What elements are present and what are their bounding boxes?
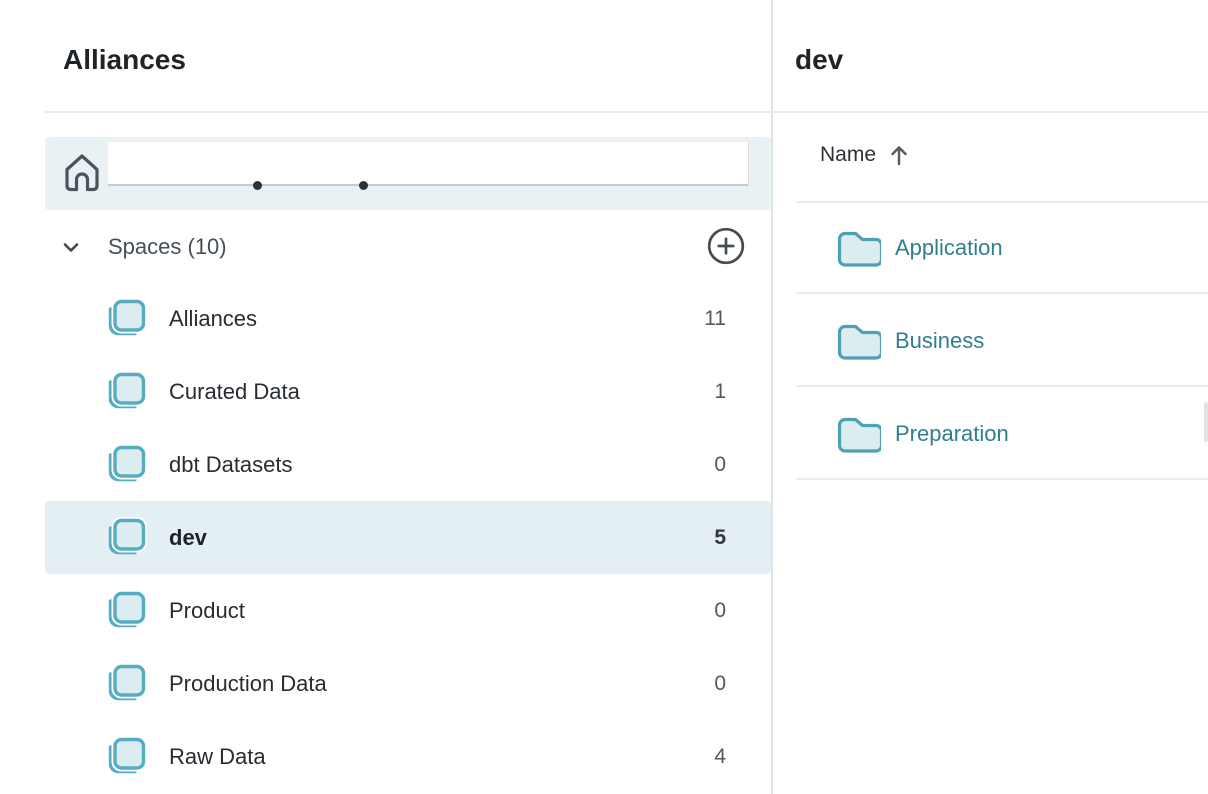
- space-dataset-count: 0: [714, 599, 726, 623]
- folder-row[interactable]: Application: [773, 201, 1208, 294]
- name-column-label: Name: [820, 143, 876, 167]
- space-dataset-count: 11: [704, 307, 726, 331]
- app-window: Alliances Spaces (10): [0, 0, 1208, 794]
- folder-row[interactable]: Preparation: [773, 387, 1208, 480]
- sort-ascending-icon: [888, 143, 910, 167]
- space-dataset-count: 4: [714, 745, 726, 769]
- folder-name-link[interactable]: Business: [895, 328, 984, 354]
- text-descender-dot: [253, 181, 262, 190]
- space-icon: [101, 442, 147, 493]
- space-dataset-count: 0: [714, 453, 726, 477]
- folder-icon: [835, 320, 881, 365]
- space-icon: [101, 734, 147, 785]
- space-name: dbt Datasets: [169, 452, 293, 478]
- space-icon: [101, 515, 147, 566]
- space-dataset-count: 5: [714, 526, 726, 550]
- space-name: Alliances: [169, 306, 257, 332]
- folder-icon: [835, 413, 881, 458]
- folder-row[interactable]: Business: [773, 294, 1208, 387]
- main-title-divider: [773, 111, 1208, 113]
- spaces-list: Alliances 11 Curated Data 1 dbt Datasets 0 dev…: [45, 282, 771, 793]
- add-space-button[interactable]: [707, 227, 745, 265]
- space-dataset-count: 0: [714, 672, 726, 696]
- sidebar-space-item[interactable]: dev 5: [45, 501, 771, 574]
- folder-name-link[interactable]: Application: [895, 235, 1003, 261]
- space-name: dev: [169, 525, 207, 551]
- scrollbar-thumb[interactable]: [1204, 402, 1208, 442]
- name-column-header[interactable]: Name: [820, 143, 910, 167]
- space-name: Curated Data: [169, 379, 300, 405]
- space-name: Production Data: [169, 671, 327, 697]
- space-name: Raw Data: [169, 744, 266, 770]
- sidebar-space-item[interactable]: Curated Data 1: [45, 355, 771, 428]
- main-panel: dev Name Application Business Preparation: [773, 0, 1208, 794]
- home-icon: [60, 151, 104, 200]
- sidebar-title: Alliances: [63, 44, 186, 76]
- row-divider: [796, 478, 1208, 480]
- spaces-tree-label: Spaces (10): [108, 234, 227, 260]
- sidebar-space-item[interactable]: dbt Datasets 0: [45, 428, 771, 501]
- sidebar-space-item[interactable]: Raw Data 4: [45, 720, 771, 793]
- sidebar-space-item[interactable]: Product 0: [45, 574, 771, 647]
- space-icon: [101, 661, 147, 712]
- sidebar: Alliances Spaces (10): [0, 0, 771, 794]
- home-row[interactable]: [45, 137, 771, 210]
- space-icon: [101, 296, 147, 347]
- redacted-text-overlay: [108, 142, 748, 186]
- sidebar-space-item[interactable]: Alliances 11: [45, 282, 771, 355]
- chevron-down-icon[interactable]: [58, 234, 84, 260]
- text-descender-dot: [359, 181, 368, 190]
- space-icon: [101, 369, 147, 420]
- space-name: Product: [169, 598, 245, 624]
- sidebar-space-item[interactable]: Production Data 0: [45, 647, 771, 720]
- sidebar-title-divider: [45, 111, 771, 113]
- space-icon: [101, 588, 147, 639]
- space-dataset-count: 1: [714, 380, 726, 404]
- add-circle-icon: [707, 227, 745, 265]
- folder-icon: [835, 227, 881, 272]
- spaces-tree-header[interactable]: Spaces (10): [45, 211, 771, 282]
- main-title: dev: [795, 44, 843, 76]
- folder-name-link[interactable]: Preparation: [895, 421, 1009, 447]
- folder-list: Application Business Preparation: [773, 201, 1208, 480]
